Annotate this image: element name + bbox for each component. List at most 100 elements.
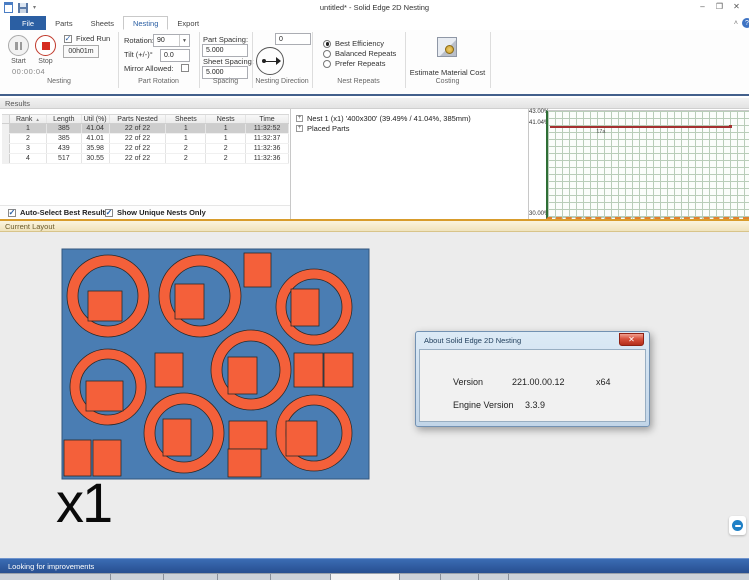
version-value: 221.00.00.12 [512, 377, 565, 387]
tree-item-1[interactable]: +Nest 1 (x1) '400x300' (39.49% / 41.04%,… [291, 113, 528, 123]
results-table-panel: Rank▲LengthUtil (%)Parts NestedSheetsNes… [0, 109, 291, 219]
tab-file[interactable]: File [10, 16, 46, 30]
table-cell: 11:32:36 [246, 154, 289, 163]
rect-part [294, 353, 323, 387]
utilization-chart: 43.00% 41.04% 30.00% 17a [529, 109, 749, 219]
rect-part [175, 284, 204, 319]
table-cell: 385 [47, 124, 82, 133]
results-panel-header: Results [0, 98, 749, 109]
table-header-rank[interactable]: Rank▲ [10, 115, 47, 123]
table-header-util-[interactable]: Util (%) [82, 115, 110, 123]
table-cell: 35.98 [82, 144, 110, 153]
about-dialog: About Solid Edge 2D Nesting ✕ Version 22… [415, 331, 650, 427]
chart-ytick-current: 41.04% [529, 120, 545, 126]
about-close-button[interactable]: ✕ [619, 333, 644, 346]
direction-angle-field[interactable]: 0 [275, 33, 311, 45]
tree-item-2[interactable]: +Placed Parts [291, 123, 528, 133]
table-header-parts-nested[interactable]: Parts Nested [110, 115, 167, 123]
taskbar-divider [163, 574, 164, 580]
estimate-cost-icon[interactable] [437, 37, 457, 57]
table-cell: 22 of 22 [110, 124, 167, 133]
table-cell: 2 [206, 154, 246, 163]
table-header-sheets[interactable]: Sheets [166, 115, 206, 123]
table-cell: 22 of 22 [110, 144, 167, 153]
coin-icon [445, 45, 454, 54]
table-header-time[interactable]: Time [246, 115, 289, 123]
rect-part [291, 289, 319, 326]
collapse-ribbon-icon[interactable]: ˄ [734, 20, 738, 27]
table-cell: 517 [47, 154, 82, 163]
dropdown-arrow-icon[interactable]: ▼ [179, 35, 189, 46]
expand-icon[interactable]: + [296, 125, 303, 132]
table-header-length[interactable]: Length [47, 115, 82, 123]
version-label: Version [453, 377, 483, 387]
table-row[interactable]: 238541.0122 of 221111:32:37 [2, 134, 289, 144]
radio-2[interactable] [323, 50, 331, 58]
minimize-button[interactable]: – [694, 0, 711, 13]
row-selector-header [2, 115, 10, 123]
nesting-direction-dial[interactable] [256, 47, 284, 75]
estimate-cost-button[interactable]: Estimate Material Cost [405, 68, 490, 77]
checkbox[interactable]: ✓ [105, 209, 113, 217]
engine-version-value: 3.3.9 [525, 400, 545, 410]
start-button[interactable] [8, 35, 29, 56]
about-dialog-title: About Solid Edge 2D Nesting [419, 332, 646, 349]
checkbox[interactable]: ✓ [8, 209, 16, 217]
table-row[interactable]: 343935.9822 of 222211:32:36 [2, 144, 289, 154]
mirror-label: Mirror Allowed: [124, 64, 174, 73]
tab-sheets[interactable]: Sheets [82, 16, 123, 30]
table-row[interactable]: 451730.5522 of 222211:32:36 [2, 154, 289, 164]
rotation-dropdown[interactable]: 90 ▼ [153, 34, 190, 47]
sheet-spacing-label: Sheet Spacing: [203, 57, 254, 66]
window-title: untitled* - Solid Edge 2D Nesting [0, 3, 749, 12]
table-cell: 41.04 [82, 124, 110, 133]
table-row[interactable]: 138541.0422 of 221111:32:52 [2, 124, 289, 134]
stop-label: Stop [35, 58, 56, 65]
help-icon[interactable]: ? [742, 18, 749, 28]
taskbar-divider [508, 574, 509, 580]
radio-1[interactable] [323, 40, 331, 48]
table-header-nests[interactable]: Nests [206, 115, 246, 123]
group-label-nest-repeats: Nest Repeats [312, 78, 405, 85]
ribbon-right-controls: ˄ ? [734, 18, 749, 28]
rect-part [163, 419, 191, 456]
radio-3[interactable] [323, 60, 331, 68]
row-selector[interactable] [2, 154, 10, 163]
tab-nesting[interactable]: Nesting [123, 16, 168, 30]
radio-row-best-efficiency: Best Efficiency [323, 39, 384, 48]
checkbox-label: Show Unique Nests Only [117, 208, 206, 217]
remote-access-tray-icon[interactable] [729, 516, 746, 535]
table-cell: 2 [206, 144, 246, 153]
table-cell: 41.01 [82, 134, 110, 143]
stop-button[interactable] [35, 35, 56, 56]
table-cell: 22 of 22 [110, 154, 167, 163]
current-layout-header: Current Layout [0, 221, 749, 232]
tab-parts[interactable]: Parts [46, 16, 82, 30]
table-cell: 11:32:36 [246, 144, 289, 153]
run-time-field[interactable]: 00h01m [63, 45, 99, 58]
expand-icon[interactable]: + [296, 115, 303, 122]
part-spacing-field[interactable]: 5.000 [202, 44, 248, 57]
mirror-checkbox[interactable] [181, 64, 189, 72]
restore-button[interactable]: ❐ [711, 0, 728, 13]
utilization-line [550, 126, 731, 128]
fixed-run-checkbox[interactable]: ✓ [64, 35, 72, 43]
row-selector[interactable] [2, 124, 10, 133]
table-cell: 22 of 22 [110, 134, 167, 143]
table-header-row: Rank▲LengthUtil (%)Parts NestedSheetsNes… [2, 114, 289, 124]
tab-export[interactable]: Export [168, 16, 208, 30]
row-selector[interactable] [2, 144, 10, 153]
rect-part [228, 357, 257, 394]
direction-arrow-icon [276, 57, 281, 65]
table-cell: 1 [206, 134, 246, 143]
taskbar-divider [440, 574, 441, 580]
close-button[interactable]: ✕ [728, 0, 745, 13]
status-bar: Looking for improvements [0, 558, 749, 573]
table-cell: 3 [10, 144, 47, 153]
rect-part [229, 421, 267, 449]
results-panel: Rank▲LengthUtil (%)Parts NestedSheetsNes… [0, 109, 749, 219]
row-selector[interactable] [2, 134, 10, 143]
tilt-field[interactable]: 0.0 [160, 49, 190, 62]
radio-label: Best Efficiency [335, 39, 384, 48]
checkbox-label: Auto-Select Best Result [20, 208, 105, 217]
